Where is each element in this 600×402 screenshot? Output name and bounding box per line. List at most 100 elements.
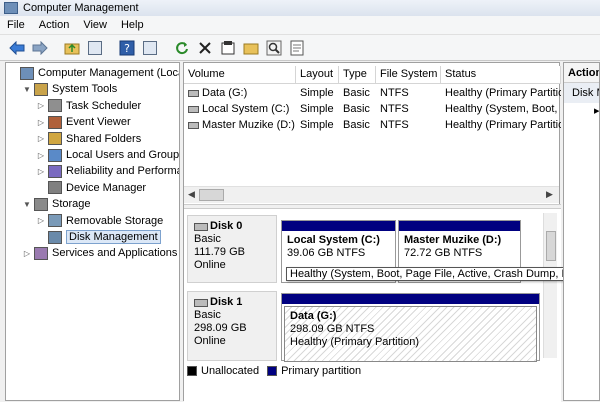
tree-node-label: Storage — [52, 198, 91, 211]
tree-node[interactable]: ▼ System Tools — [22, 81, 117, 97]
scroll-right-icon[interactable]: ▶ — [546, 189, 553, 200]
cell-text: NTFS — [380, 119, 409, 131]
toolbar: ? — [0, 35, 600, 61]
menu-help[interactable]: Help — [114, 19, 151, 31]
expander-icon[interactable]: ▷ — [36, 101, 46, 110]
disk-icon — [194, 298, 208, 307]
help-icon[interactable]: ? — [117, 38, 137, 58]
refresh-icon[interactable] — [172, 38, 192, 58]
disk-label[interactable]: Disk 1 Basic 298.09 GB Online — [187, 291, 277, 361]
table-cell: NTFS — [376, 101, 441, 117]
expander-icon[interactable]: ▷ — [36, 118, 46, 127]
table-cell: NTFS — [376, 117, 441, 133]
menu-file[interactable]: File — [0, 19, 32, 31]
cell-text: Simple — [300, 87, 334, 99]
cell-text: Basic — [343, 103, 370, 115]
more-actions[interactable]: ▸ — [564, 103, 599, 119]
disk-state: Online — [194, 259, 226, 271]
title-bar: Computer Management — [0, 0, 600, 16]
scroll-thumb[interactable] — [199, 189, 224, 201]
computer-icon — [20, 66, 34, 80]
expander-icon[interactable]: ▼ — [22, 85, 32, 94]
tree-node[interactable]: Computer Management (Local — [8, 65, 179, 81]
tree-node[interactable]: ▼ Storage — [22, 196, 91, 212]
disk-label[interactable]: Disk 0 Basic 111.79 GB Online — [187, 215, 277, 283]
forward-arrow-icon[interactable] — [30, 38, 50, 58]
expander-icon[interactable]: ▼ — [22, 200, 32, 209]
column-file-system[interactable]: File System — [376, 66, 441, 83]
delete-icon[interactable] — [195, 38, 215, 58]
scroll-thumb[interactable] — [546, 231, 556, 261]
computer-management-icon — [4, 2, 18, 14]
column-type[interactable]: Type — [339, 66, 376, 83]
table-cell: Basic — [339, 85, 376, 101]
search-icon[interactable] — [264, 38, 284, 58]
tree-node-label: Shared Folders — [66, 132, 142, 145]
actions-section-disk-management[interactable]: Disk M — [564, 83, 599, 103]
back-arrow-icon[interactable] — [7, 38, 27, 58]
cell-text: Simple — [300, 119, 334, 131]
table-row[interactable]: Data (G:) Simple Basic NTFS Healthy (Primary… — [184, 85, 561, 101]
scroll-left-icon[interactable]: ◀ — [188, 189, 195, 200]
disk-size: 111.79 GB — [194, 246, 245, 258]
properties-icon[interactable] — [140, 38, 160, 58]
tree-node-label: Disk Management — [66, 230, 161, 244]
table-cell: Simple — [296, 85, 339, 101]
tree-node[interactable]: ▷ Event Viewer — [36, 114, 131, 130]
console-tree-icon[interactable] — [85, 38, 105, 58]
disk-management-icon — [48, 230, 62, 244]
menu-view[interactable]: View — [76, 19, 114, 31]
export-icon[interactable] — [287, 38, 307, 58]
column-layout[interactable]: Layout — [296, 66, 339, 83]
expander-icon[interactable]: ▷ — [36, 167, 46, 176]
tree-node[interactable]: ▷ Reliability and Performa — [36, 163, 180, 179]
expander-icon[interactable]: ▷ — [36, 216, 46, 225]
table-cell: Basic — [339, 101, 376, 117]
disk-graphical-view: Disk 0 Basic 111.79 GB Online Local Syst… — [184, 209, 600, 402]
table-cell: Simple — [296, 117, 339, 133]
up-folder-icon[interactable] — [62, 38, 82, 58]
tree-node[interactable]: ▷ Local Users and Groups — [36, 147, 179, 163]
column-status[interactable]: Status — [441, 66, 561, 83]
disk-management-pane: Volume Layout Type File System Status Da… — [183, 62, 600, 402]
window-title: Computer Management — [23, 2, 139, 14]
tree-node[interactable]: Device Manager — [36, 180, 146, 196]
device-manager-icon — [48, 181, 62, 195]
partition-name: Data (G:) — [290, 310, 337, 322]
legend-swatch-primary — [267, 366, 278, 376]
tree-node[interactable]: ▷ Task Scheduler — [36, 98, 141, 114]
cell-text: Basic — [343, 87, 370, 99]
table-row[interactable]: Local System (C:) Simple Basic NTFS Healthy … — [184, 101, 561, 117]
expander-icon[interactable]: ▷ — [36, 151, 46, 160]
tooltip: Healthy (System, Boot, Page File, Active… — [286, 267, 600, 281]
expander-icon[interactable]: ▷ — [36, 134, 46, 143]
tree-node[interactable]: ▷ Removable Storage — [36, 213, 163, 229]
tree-node[interactable]: Disk Management — [36, 229, 161, 245]
users-icon — [48, 148, 62, 162]
disk-row: Disk 1 Basic 298.09 GB Online Data (G:) … — [187, 291, 540, 362]
tree-node-label: Reliability and Performa — [66, 165, 180, 178]
expander-icon[interactable]: ▷ — [22, 249, 32, 258]
table-cell: Healthy (Primary Partitio — [441, 85, 561, 101]
column-volume[interactable]: Volume — [184, 66, 296, 83]
drive-icon — [188, 89, 199, 97]
horizontal-scrollbar[interactable]: ◀ ▶ — [184, 186, 559, 203]
tree-node[interactable]: ▷ Services and Applications — [22, 245, 177, 261]
drive-icon — [188, 121, 199, 129]
partition-size: 39.06 GB NTFS — [287, 247, 366, 259]
partition-data[interactable]: Data (G:) 298.09 GB NTFS Healthy (Primar… — [281, 293, 540, 362]
services-icon — [34, 246, 48, 260]
table-cell: Data (G:) — [184, 85, 296, 101]
event-viewer-icon — [48, 115, 62, 129]
menu-action[interactable]: Action — [32, 19, 77, 31]
cell-text: Healthy (Primary Partitio — [445, 119, 561, 131]
vertical-scrollbar[interactable] — [543, 213, 557, 358]
table-row[interactable]: Master Muzike (D:) Simple Basic NTFS Healthy… — [184, 117, 561, 133]
properties-sheet-icon[interactable] — [218, 38, 238, 58]
open-icon[interactable] — [241, 38, 261, 58]
cell-text: Basic — [343, 119, 370, 131]
tree-node[interactable]: ▷ Shared Folders — [36, 131, 141, 147]
legend-swatch-unallocated — [187, 366, 197, 376]
console-tree: Computer Management (Local ▼ System Tools ▷… — [5, 62, 180, 401]
disk-name: Disk 0 — [210, 220, 243, 232]
